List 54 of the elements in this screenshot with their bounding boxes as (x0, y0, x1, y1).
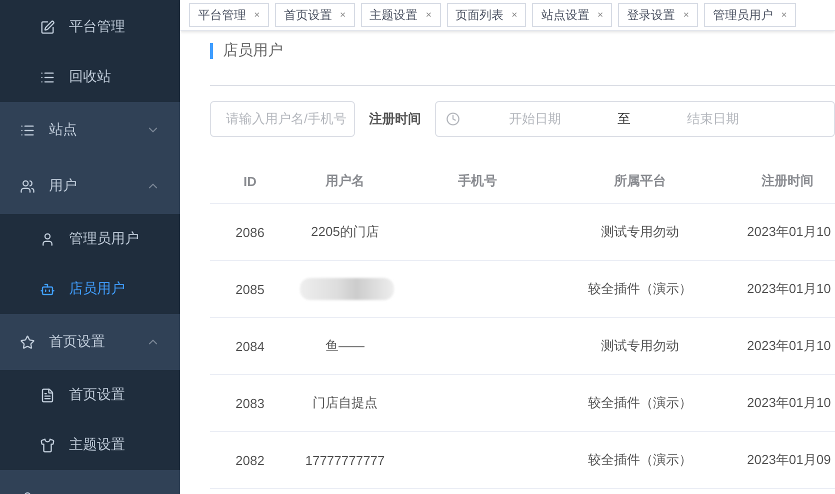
robot-icon (40, 282, 55, 296)
table-cell-text: 2023年01月10 (746, 280, 831, 298)
sidebar-group[interactable]: 首页设置 (0, 314, 180, 370)
column-header: 注册时间 (760, 172, 814, 190)
table-cell-text: 测试专用勿动 (600, 223, 680, 241)
table-cell-text: 2085 (234, 282, 266, 296)
list-icon (40, 70, 55, 84)
table-cell-text: 2083 (234, 396, 266, 410)
users-icon (20, 178, 35, 194)
tab[interactable]: 管理员用户 × (704, 3, 796, 27)
table-cell-text: 2084 (234, 338, 266, 354)
close-icon[interactable]: × (597, 10, 604, 20)
tab[interactable]: 站点设置 × (532, 3, 612, 27)
edit-icon (40, 20, 55, 34)
close-icon[interactable]: × (683, 10, 690, 20)
table-cell-text: 测试专用勿动 (600, 337, 680, 355)
page-title: 店员用户 (210, 43, 835, 59)
column-header: ID (242, 174, 258, 188)
sidebar-group[interactable]: 用户 (0, 158, 180, 214)
date-range-field[interactable]: 开始日期 至 结束日期 (435, 101, 835, 137)
table-cell-text: 2023年01月10 (746, 394, 831, 412)
table-cell-text: 较全插件（演示） (587, 280, 693, 298)
column-header: 用户名 (324, 172, 366, 190)
close-icon[interactable]: × (426, 10, 432, 20)
table-cell-text: 2023年01月10 (746, 223, 831, 241)
tab[interactable]: 首页设置 × (274, 3, 355, 27)
tab[interactable]: 页面列表 × (446, 3, 526, 27)
close-icon[interactable]: × (340, 10, 346, 20)
star-icon (20, 334, 35, 350)
clock-icon (446, 112, 460, 126)
table-cell-text: 2205的门店 (310, 223, 380, 241)
table-cell-text: 2082 (234, 452, 266, 468)
file-icon (40, 388, 55, 402)
table-cell-text: 2086 (234, 224, 266, 240)
column-header: 所属平台 (612, 172, 667, 190)
table-cell-text: 17777777777 (304, 452, 386, 468)
close-icon[interactable]: × (254, 10, 260, 20)
table-cell-text: 门店自提点 (312, 394, 378, 412)
table-cell-text: 较全插件（演示） (587, 451, 693, 469)
table-cell-text: 较全插件（演示） (587, 394, 693, 412)
table-cell-text: 2023年01月09 (746, 451, 831, 469)
table-cell-text: 2023年01月10 (746, 337, 831, 355)
list-icon (20, 122, 35, 138)
shirt-icon (40, 438, 55, 452)
tab[interactable]: 主题设置 × (360, 3, 441, 27)
table-cell-text: 鱼—— (324, 337, 366, 355)
user-icon (40, 232, 55, 246)
filter-label: 注册时间 (369, 110, 421, 128)
sidebar-group[interactable]: 站点 (0, 102, 180, 158)
column-header: 手机号 (457, 172, 498, 190)
tab[interactable]: 登录设置 × (618, 3, 698, 27)
close-icon[interactable]: × (512, 10, 518, 20)
tab[interactable]: 平台管理 × (189, 3, 269, 27)
close-icon[interactable]: × (781, 10, 787, 20)
